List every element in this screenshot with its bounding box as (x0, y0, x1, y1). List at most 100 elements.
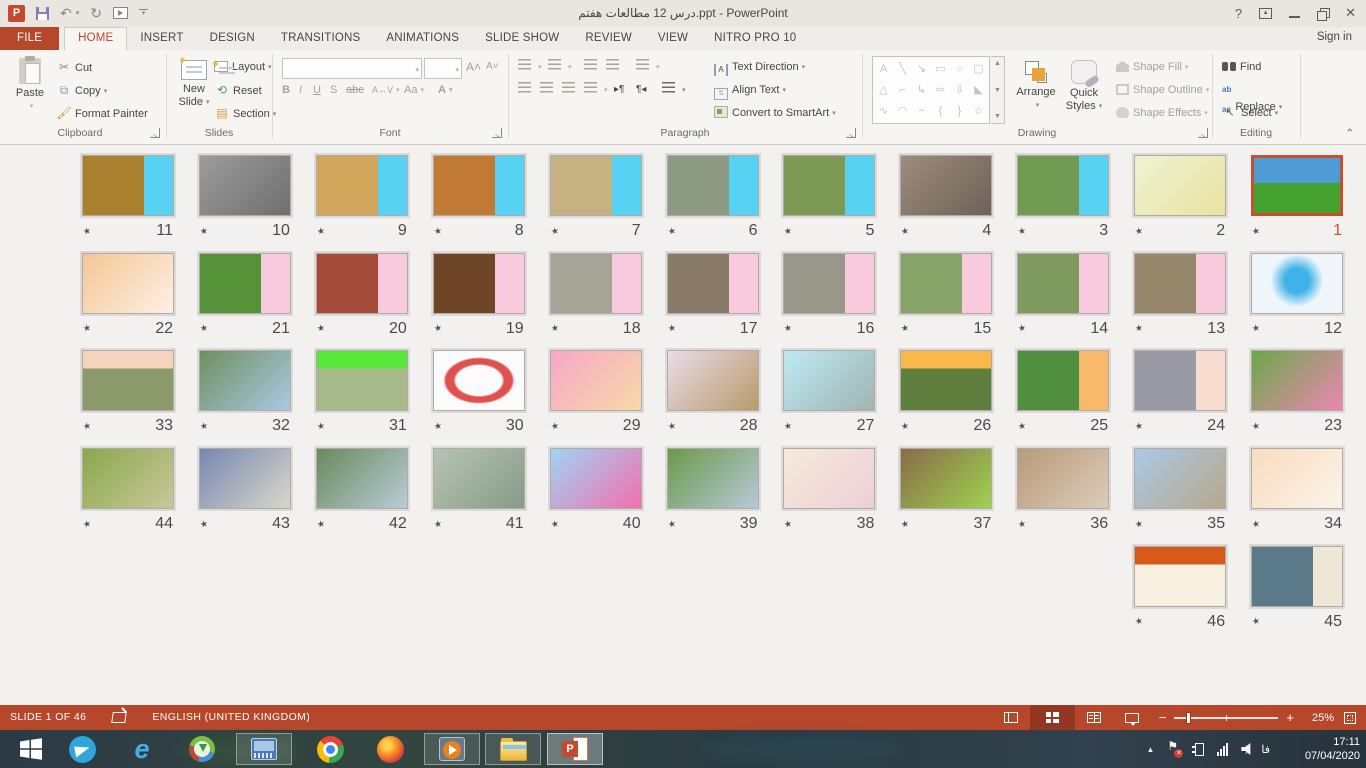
network-signal-icon[interactable] (1217, 743, 1228, 756)
slide-sorter-view-button[interactable] (1030, 705, 1075, 730)
slide-thumbnail-43[interactable] (199, 448, 291, 509)
slide-thumbnail-19[interactable] (433, 253, 525, 314)
replace-button[interactable]: abacReplace▾ (1222, 80, 1282, 100)
undo-dropdown-icon[interactable]: ▾ (76, 9, 80, 17)
decrease-indent-button[interactable] (584, 57, 601, 77)
zoom-in-button[interactable]: + (1278, 705, 1302, 730)
shape-glyph[interactable]: ▢ (973, 59, 983, 79)
shape-glyph[interactable]: ◠ (898, 101, 908, 121)
columns-button[interactable]: ▾ (662, 80, 686, 100)
minimize-icon[interactable] (1289, 9, 1300, 18)
right-to-left-button[interactable]: ¶◂ (636, 80, 646, 100)
close-icon[interactable]: ✕ (1345, 5, 1356, 21)
slide-thumbnail-15[interactable] (900, 253, 992, 314)
slide-thumbnail-36[interactable] (1017, 448, 1109, 509)
align-left-button[interactable] (518, 80, 535, 100)
select-button[interactable]: ↖Select▾ (1222, 103, 1278, 123)
tab-design[interactable]: DESIGN (197, 27, 268, 50)
slide-thumbnail-22[interactable] (82, 253, 174, 314)
slide-thumbnail-45[interactable] (1251, 546, 1343, 607)
slide-thumbnail-6[interactable] (667, 155, 759, 216)
convert-to-smartart-button[interactable]: Convert to SmartArt▾ (714, 103, 836, 123)
slide-thumbnail-33[interactable] (82, 350, 174, 411)
restore-icon[interactable] (1317, 8, 1328, 19)
shape-effects-button[interactable]: Shape Effects▾ (1116, 103, 1208, 123)
slide-thumbnail-38[interactable] (783, 448, 875, 509)
text-shadow-button[interactable]: S (330, 80, 337, 100)
strikethrough-button[interactable]: abc (346, 80, 364, 100)
bold-button[interactable]: B (282, 80, 290, 100)
taskbar-media-player-button[interactable] (424, 733, 480, 765)
powerpoint-app-icon[interactable]: P (8, 5, 25, 22)
align-center-button[interactable] (540, 80, 557, 100)
help-icon[interactable]: ? (1235, 6, 1242, 21)
save-icon[interactable] (36, 7, 49, 20)
slide-thumbnail-44[interactable] (82, 448, 174, 509)
slide-thumbnail-35[interactable] (1134, 448, 1226, 509)
underline-button[interactable]: U (313, 80, 321, 100)
customize-qat-icon[interactable]: ▾ (139, 9, 148, 17)
slide-thumbnail-26[interactable] (900, 350, 992, 411)
slide-thumbnail-24[interactable] (1134, 350, 1226, 411)
tab-animations[interactable]: ANIMATIONS (373, 27, 472, 50)
shape-glyph[interactable]: ⇨ (936, 80, 945, 100)
tab-file[interactable]: FILE (0, 27, 59, 50)
action-center-flag-icon[interactable] (1167, 742, 1179, 756)
start-from-beginning-icon[interactable] (113, 7, 128, 19)
spell-check-icon[interactable] (112, 711, 126, 723)
taskbar-idm-button[interactable] (174, 733, 230, 765)
taskbar-telegram-button[interactable] (54, 733, 110, 765)
slide-thumbnail-46[interactable] (1134, 546, 1226, 607)
shape-glyph[interactable]: ⇩ (955, 80, 964, 100)
zoom-slider[interactable] (1174, 717, 1278, 719)
taskbar-internet-explorer-button[interactable]: e (114, 733, 170, 765)
slide-thumbnail-20[interactable] (316, 253, 408, 314)
shape-fill-button[interactable]: Shape Fill▾ (1116, 57, 1188, 77)
slide-thumbnail-30[interactable] (433, 350, 525, 411)
bullets-button[interactable]: ▾ (518, 57, 542, 77)
shape-glyph[interactable]: ◣ (974, 80, 982, 100)
slide-thumbnail-3[interactable] (1017, 155, 1109, 216)
text-direction-button[interactable]: AText Direction▾ (714, 57, 805, 77)
align-text-button[interactable]: ⇅Align Text▾ (714, 80, 786, 100)
tab-home[interactable]: HOME (64, 27, 127, 50)
zoom-slider-thumb[interactable] (1186, 712, 1191, 724)
normal-view-button[interactable] (992, 705, 1030, 730)
shape-glyph[interactable]: } (958, 101, 962, 121)
fit-slide-to-window-icon[interactable] (1344, 712, 1356, 724)
font-size-select[interactable]: ▾ (424, 58, 462, 79)
find-button[interactable]: Find (1222, 57, 1261, 77)
slide-thumbnail-32[interactable] (199, 350, 291, 411)
collapse-ribbon-icon[interactable]: ⌃ (1346, 128, 1354, 139)
slide-thumbnail-40[interactable] (550, 448, 642, 509)
taskbar-powerpoint-button[interactable]: P (547, 733, 603, 765)
slide-thumbnail-11[interactable] (82, 155, 174, 216)
slide-thumbnail-29[interactable] (550, 350, 642, 411)
slide-thumbnail-8[interactable] (433, 155, 525, 216)
shape-glyph[interactable]: ☆ (974, 101, 984, 121)
shape-glyph[interactable]: ○ (956, 59, 963, 79)
shape-glyph[interactable]: ↘ (917, 59, 926, 79)
taskbar-firefox-button[interactable] (362, 733, 418, 765)
hidden-icons-arrow[interactable]: ▲ (1146, 745, 1154, 754)
slide-thumbnail-4[interactable] (900, 155, 992, 216)
slide-thumbnail-17[interactable] (667, 253, 759, 314)
slide-thumbnail-31[interactable] (316, 350, 408, 411)
slide-thumbnail-2[interactable] (1134, 155, 1226, 216)
slide-thumbnail-14[interactable] (1017, 253, 1109, 314)
tab-transitions[interactable]: TRANSITIONS (268, 27, 374, 50)
slide-thumbnail-39[interactable] (667, 448, 759, 509)
language-indicator[interactable]: فا (1261, 743, 1270, 756)
zoom-out-button[interactable]: − (1151, 705, 1175, 730)
start-button[interactable] (0, 730, 62, 768)
slide-thumbnail-9[interactable] (316, 155, 408, 216)
reset-button[interactable]: ⟲Reset (214, 80, 262, 100)
font-name-select[interactable]: ▾ (282, 58, 422, 79)
slide-thumbnail-28[interactable] (667, 350, 759, 411)
decrease-font-size-button[interactable]: A˅ (486, 57, 499, 77)
change-case-button[interactable]: Aa▾ (404, 80, 424, 100)
shape-glyph[interactable]: ~ (918, 101, 924, 121)
numbering-button[interactable]: ▾ (548, 57, 572, 77)
cut-button[interactable]: ✂Cut (56, 57, 92, 77)
shape-glyph[interactable]: A (880, 59, 887, 79)
